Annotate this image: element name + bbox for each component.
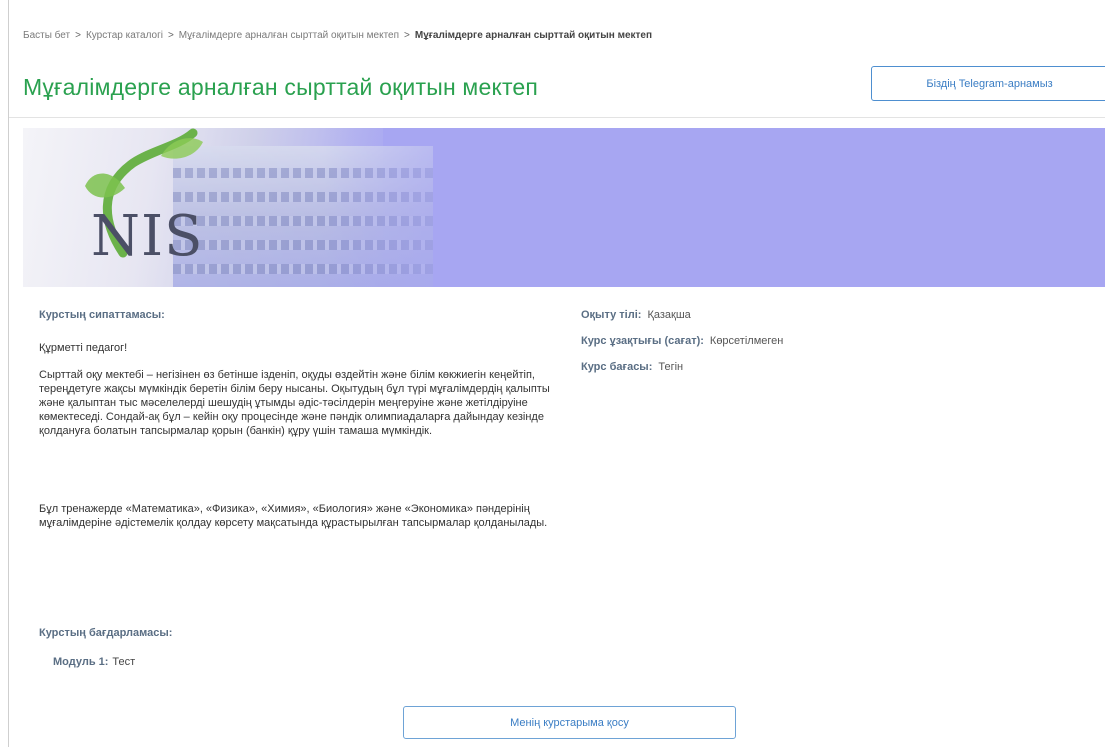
program-label: Курстың бағдарламасы:	[39, 627, 173, 639]
module-value: Тест	[112, 656, 136, 668]
module-label: Модуль 1:	[53, 656, 109, 668]
description-paragraph-1: Сырттай оқу мектебі – негізінен өз бетін…	[39, 369, 550, 437]
breadcrumb-separator: >	[167, 30, 174, 41]
course-banner-image: NIS	[23, 128, 1105, 287]
header-divider	[9, 117, 1105, 118]
duration-label: Курс ұзақтығы (сағат):	[581, 335, 704, 347]
breadcrumb-catalog-link[interactable]: Курстар каталогі	[86, 30, 163, 41]
duration-value: Көрсетілмеген	[709, 335, 784, 347]
telegram-channel-button[interactable]: Біздің Telegram-арнамыз	[871, 66, 1105, 101]
banner-logo-text: NIS	[91, 204, 204, 269]
breadcrumb-separator: >	[404, 30, 410, 41]
breadcrumb-home-link[interactable]: Басты бет	[23, 30, 70, 41]
breadcrumb-category-link[interactable]: Мұғалімдерге арналған сырттай оқитын мек…	[179, 30, 399, 41]
price-label: Курс бағасы:	[581, 361, 653, 373]
module-item[interactable]: Модуль 1: Тест	[53, 656, 135, 668]
description-label: Курстың сипаттамасы:	[39, 309, 165, 321]
page-title: Мұғалімдерге арналған сырттай оқитын мек…	[23, 74, 539, 100]
breadcrumb-separator: >	[75, 30, 81, 41]
description-greeting: Құрметті педагог!	[39, 342, 128, 354]
price-value: Тегін	[658, 361, 684, 373]
description-paragraph-2: Бұл тренажерде «Математика», «Физика», «…	[39, 503, 548, 529]
add-to-my-courses-button[interactable]: Менің курстарыма қосу	[403, 706, 736, 739]
banner-gradient	[323, 128, 523, 287]
language-info: Оқыту тілі: Қазақша	[581, 309, 691, 321]
breadcrumb-current: Мұғалімдерге арналған сырттай оқитын мек…	[414, 30, 653, 41]
breadcrumb: Басты бет > Курстар каталогі > Мұғалімдерге …	[23, 30, 652, 41]
price-info: Курс бағасы: Тегін	[581, 361, 683, 373]
language-label: Оқыту тілі:	[581, 309, 642, 321]
language-value: Қазақша	[647, 309, 691, 321]
page-frame: Басты бет > Курстар каталогі > Мұғалімдерге …	[8, 0, 1105, 747]
duration-info: Курс ұзақтығы (сағат): Көрсетілмеген	[581, 335, 783, 347]
